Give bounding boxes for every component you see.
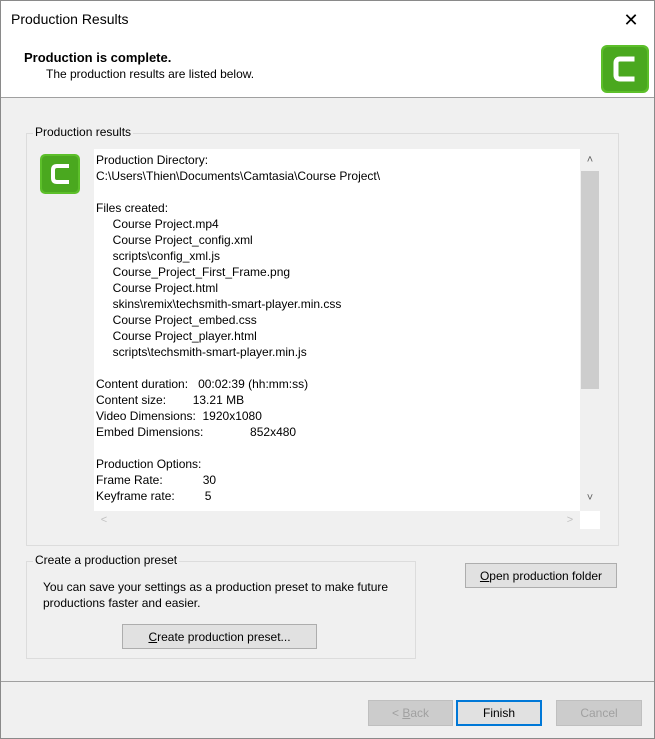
results-line: Embed Dimensions: 852x480 <box>96 425 297 439</box>
results-line: Content size: 13.21 MB <box>96 393 245 407</box>
results-line: Course_Project_First_Frame.png <box>96 265 291 279</box>
back-label: ack <box>410 706 430 720</box>
camtasia-logo-icon <box>601 45 649 93</box>
preset-group-title: Create a production preset <box>33 553 180 567</box>
scroll-down-icon[interactable]: ˅ <box>580 489 600 507</box>
horizontal-scrollbar[interactable]: ˂ ˃ <box>94 511 580 529</box>
results-line: Files created: <box>96 201 169 215</box>
results-line: Frame Rate: 30 <box>96 473 217 487</box>
results-text: Production Directory: C:\Users\Thien\Docu… <box>96 152 576 504</box>
back-mnemonic: B <box>402 706 411 720</box>
results-line: Course Project_config.xml <box>96 233 253 247</box>
results-line: scripts\config_xml.js <box>96 249 221 263</box>
results-line: Video Dimensions: 1920x1080 <box>96 409 262 423</box>
results-line: Keyframe rate: 5 <box>96 489 212 503</box>
open-folder-mnemonic: O <box>479 568 490 583</box>
cancel-button[interactable]: Cancel <box>556 700 642 726</box>
title-bar: Production Results ✕ <box>1 1 654 39</box>
results-line: Course Project.html <box>96 281 219 295</box>
results-line <box>96 360 576 376</box>
scroll-left-icon[interactable]: ˂ <box>94 511 114 529</box>
open-folder-label: pen production folder <box>489 568 603 583</box>
results-line <box>96 440 576 456</box>
results-text-panel[interactable]: Production Directory: C:\Users\Thien\Docu… <box>94 149 600 529</box>
results-line: skins\remix\techsmith-smart-player.min.c… <box>96 297 342 311</box>
back-prefix: < <box>391 706 403 720</box>
production-results-dialog: Production Results ✕ Production is compl… <box>0 0 655 739</box>
dialog-header: Production is complete. The production r… <box>1 39 654 98</box>
create-production-preset-button[interactable]: Create production preset... <box>122 624 317 649</box>
create-preset-mnemonic: C <box>148 629 158 644</box>
vertical-scrollbar[interactable]: ˄ ˅ <box>580 149 600 511</box>
results-line: Content duration: 00:02:39 (hh:mm:ss) <box>96 377 309 391</box>
results-line: Course Project_embed.css <box>96 313 257 327</box>
results-line: Course Project_player.html <box>96 329 257 343</box>
results-line: Production Directory: <box>96 153 209 167</box>
preset-description: You can save your settings as a producti… <box>43 580 389 610</box>
scroll-up-icon[interactable]: ˄ <box>580 151 600 169</box>
results-line: scripts\techsmith-smart-player.min.js <box>96 345 307 359</box>
production-results-title: Production results <box>33 125 134 139</box>
footer-divider <box>1 681 654 682</box>
back-button[interactable]: < Back <box>368 700 453 726</box>
scrollbar-thumb[interactable] <box>581 171 599 389</box>
header-subtitle: The production results are listed below. <box>46 67 255 81</box>
results-line: Production Options: <box>96 457 202 471</box>
results-line: C:\Users\Thien\Documents\Camtasia\Course… <box>96 169 381 183</box>
open-production-folder-button[interactable]: Open production folder <box>465 563 617 588</box>
results-line: Course Project.mp4 <box>96 217 219 231</box>
scroll-right-icon[interactable]: ˃ <box>560 511 580 529</box>
header-title: Production is complete. <box>24 50 172 65</box>
camtasia-logo-icon <box>40 154 80 194</box>
create-preset-label: reate production preset... <box>157 629 291 644</box>
window-title: Production Results <box>11 11 129 27</box>
close-icon[interactable]: ✕ <box>608 1 654 39</box>
finish-button[interactable]: Finish <box>456 700 542 726</box>
results-line <box>96 184 576 200</box>
